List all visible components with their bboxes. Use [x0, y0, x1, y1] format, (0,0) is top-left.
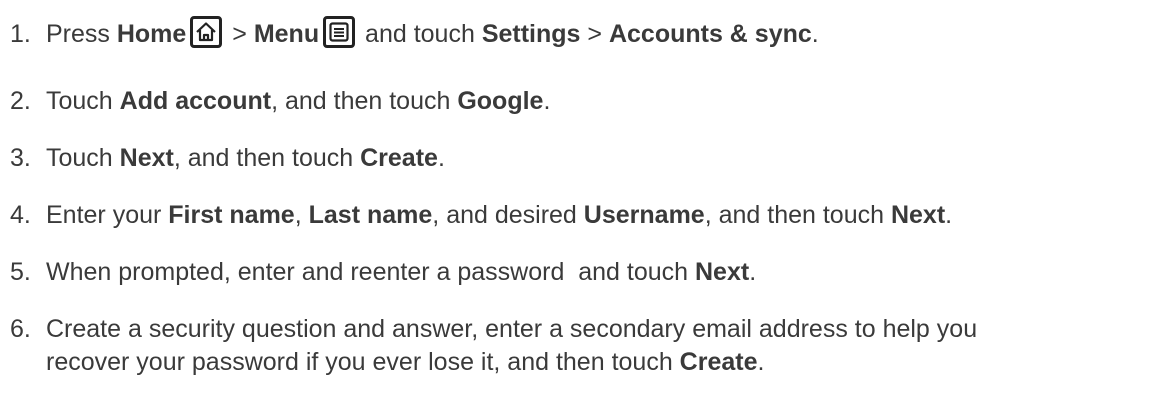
create-label: Create — [679, 348, 758, 376]
step-text: Touch Next, and then touch Create. — [46, 143, 445, 173]
google-label: Google — [457, 87, 544, 115]
step-text-line-1: Create a security question and answer, e… — [46, 315, 978, 343]
step-text-segment: , and desired — [432, 201, 584, 229]
step-text-segment: , and then touch — [271, 87, 458, 115]
step-text-segment: , and then touch — [173, 144, 361, 172]
step-number: 1. — [10, 20, 31, 48]
step-number: 3. — [10, 144, 31, 172]
step-text-segment: and touch — [358, 20, 482, 48]
step-text: Press Home > Menu and touch Settings > A… — [46, 16, 819, 51]
accounts-sync-label: Accounts & sync — [608, 20, 812, 48]
step-text-segment: Touch — [46, 144, 120, 172]
step-text-segment: When prompted, enter and reenter a passw… — [46, 258, 695, 286]
step-text-segment: > — [225, 20, 254, 48]
step-text-segment: recover your password if you ever lose i… — [46, 348, 680, 376]
next-label: Next — [119, 144, 174, 172]
step-number: 5. — [10, 258, 31, 286]
username-label: Username — [583, 201, 705, 229]
step-text: When prompted, enter and reenter a passw… — [46, 257, 756, 287]
step-text: Touch Add account, and then touch Google… — [46, 86, 550, 116]
step-text-segment: Enter your — [46, 201, 169, 229]
step-number: 2. — [10, 87, 31, 115]
first-name-label: First name — [168, 201, 295, 229]
next-label: Next — [695, 258, 750, 286]
step-number: 6. — [10, 315, 31, 343]
step-number: 4. — [10, 201, 31, 229]
step-text-segment: , and then touch — [704, 201, 891, 229]
step-text-segment: . — [811, 20, 819, 48]
settings-label: Settings — [481, 20, 581, 48]
last-name-label: Last name — [308, 201, 433, 229]
step-text-segment: . — [543, 87, 551, 115]
step-text-segment: . — [749, 258, 757, 286]
step-text: Enter your First name, Last name, and de… — [46, 200, 952, 230]
home-key-icon — [190, 16, 223, 49]
add-account-label: Add account — [119, 87, 272, 115]
step-text-segment: . — [437, 144, 445, 172]
step-text-segment: Touch — [46, 87, 120, 115]
step-text-segment: Press — [46, 20, 117, 48]
step-text-segment: . — [757, 348, 765, 376]
step-text-segment: . — [945, 201, 953, 229]
create-label: Create — [360, 144, 438, 172]
step-text-line-2: recover your password if you ever lose i… — [46, 347, 764, 377]
step-text-segment: > — [580, 20, 609, 48]
step-text-segment: , — [294, 201, 309, 229]
home-label: Home — [116, 20, 187, 48]
next-label: Next — [890, 201, 946, 229]
menu-key-icon — [323, 16, 356, 49]
menu-label: Menu — [253, 20, 320, 48]
